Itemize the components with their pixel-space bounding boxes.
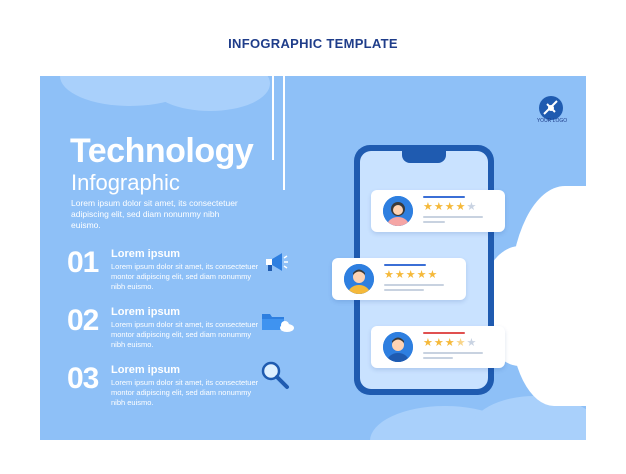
text-line bbox=[423, 221, 445, 223]
rating-bar bbox=[423, 332, 465, 334]
page-heading: INFOGRAPHIC TEMPLATE bbox=[228, 36, 398, 51]
man-avatar-2 bbox=[383, 332, 413, 362]
review-card: ★★★★★ bbox=[332, 258, 466, 300]
rating-bar bbox=[423, 196, 465, 198]
divider-line bbox=[283, 76, 285, 190]
item-number: 03 bbox=[67, 362, 99, 395]
review-card: ★★★★★ bbox=[371, 326, 505, 368]
item-number: 01 bbox=[67, 246, 99, 279]
item-title: Lorem ipsum bbox=[111, 306, 181, 318]
star-rating: ★★★★★ bbox=[423, 201, 478, 213]
text-line bbox=[384, 284, 444, 286]
phone-notch bbox=[402, 151, 446, 163]
hero-intro: Lorem ipsum dolor sit amet, its consecte… bbox=[71, 198, 238, 230]
text-line bbox=[423, 352, 483, 354]
magnifier-icon bbox=[261, 361, 289, 389]
item-title: Lorem ipsum bbox=[111, 364, 181, 376]
hero-title: Technology bbox=[70, 132, 254, 170]
infographic-card: Technology Infographic Lorem ipsum dolor… bbox=[40, 76, 586, 440]
cloud-decoration bbox=[150, 76, 270, 111]
text-line bbox=[384, 289, 424, 291]
folder-cloud-icon bbox=[262, 314, 294, 332]
megaphone-icon bbox=[266, 253, 288, 271]
item-body: Lorem ipsum dolor sit amet, its consecte… bbox=[111, 262, 259, 291]
hero-subtitle: Infographic bbox=[71, 170, 180, 195]
text-line bbox=[423, 216, 483, 218]
logo-text: YOUR LOGO bbox=[536, 118, 568, 124]
divider-line bbox=[272, 76, 274, 160]
rating-bar bbox=[384, 264, 426, 266]
item-body: Lorem ipsum dolor sit amet, its consecte… bbox=[111, 320, 259, 349]
item-title: Lorem ipsum bbox=[111, 248, 181, 260]
item-body: Lorem ipsum dolor sit amet, its consecte… bbox=[111, 378, 259, 407]
man-avatar bbox=[344, 264, 374, 294]
item-number: 02 bbox=[67, 304, 99, 337]
star-rating: ★★★★★ bbox=[423, 337, 478, 349]
review-card: ★★★★★ bbox=[371, 190, 505, 232]
text-line bbox=[423, 357, 453, 359]
star-rating: ★★★★★ bbox=[384, 269, 439, 281]
woman-avatar bbox=[383, 196, 413, 226]
